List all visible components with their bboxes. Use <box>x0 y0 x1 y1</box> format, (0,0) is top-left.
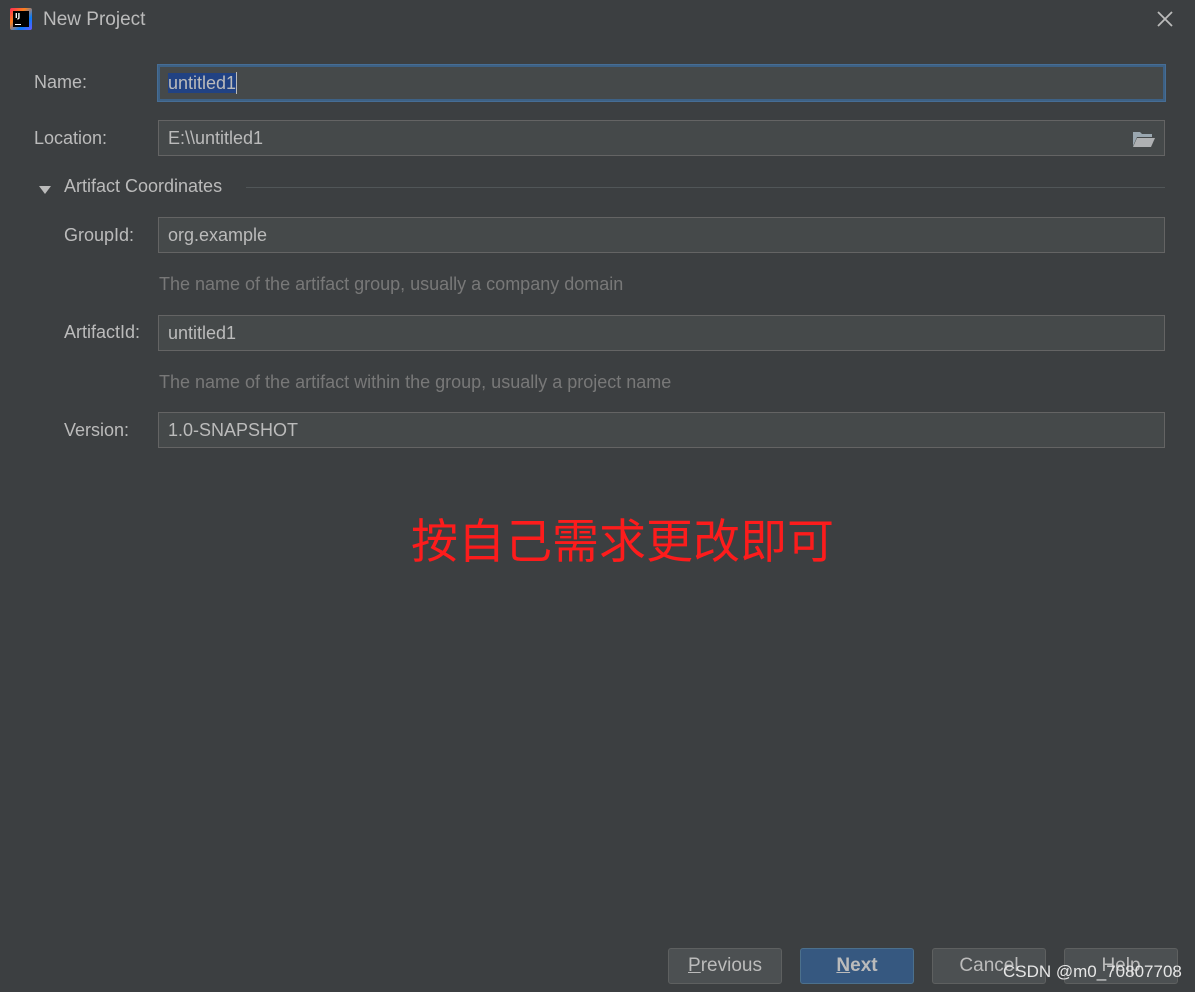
location-input[interactable]: E:\\untitled1 <box>158 120 1165 156</box>
dialog-title: New Project <box>43 9 146 30</box>
previous-label: revious <box>700 955 762 976</box>
new-project-dialog: IJ New Project Name: untitled1 Location:… <box>0 0 1195 992</box>
next-mnemonic: N <box>836 955 851 976</box>
groupid-input[interactable]: org.example <box>158 217 1165 253</box>
location-label: Location: <box>34 128 108 148</box>
name-input[interactable]: untitled1 <box>158 65 1165 101</box>
next-button[interactable]: Next <box>800 948 914 984</box>
next-label: ext <box>850 955 878 976</box>
version-label: Version: <box>64 420 130 440</box>
artifactid-value: untitled1 <box>168 323 237 343</box>
groupid-hint: The name of the artifact group, usually … <box>159 274 624 294</box>
intellij-app-icon: IJ <box>10 8 32 30</box>
chevron-down-icon[interactable] <box>38 182 52 194</box>
name-value: untitled1 <box>168 73 237 93</box>
name-label: Name: <box>34 72 88 92</box>
previous-button[interactable]: Previous <box>668 948 782 984</box>
groupid-value: org.example <box>168 225 268 245</box>
artifactid-label: ArtifactId: <box>64 322 141 342</box>
section-divider <box>246 187 1165 188</box>
artifactid-input[interactable]: untitled1 <box>158 315 1165 351</box>
text-caret <box>236 72 238 94</box>
folder-browse-icon[interactable] <box>1132 129 1156 149</box>
artifact-coordinates-section[interactable]: Artifact Coordinates <box>38 176 1165 200</box>
csdn-watermark: CSDN @m0_70807708 <box>1003 962 1182 981</box>
close-icon[interactable] <box>1152 6 1178 32</box>
artifactid-hint: The name of the artifact within the grou… <box>159 372 672 392</box>
section-title: Artifact Coordinates <box>64 176 223 196</box>
title-bar: IJ New Project <box>0 0 1195 38</box>
groupid-label: GroupId: <box>64 225 135 245</box>
version-input[interactable]: 1.0-SNAPSHOT <box>158 412 1165 448</box>
version-value: 1.0-SNAPSHOT <box>168 420 299 440</box>
location-value: E:\\untitled1 <box>168 128 264 148</box>
previous-mnemonic: P <box>688 955 701 976</box>
red-annotation-text: 按自己需求更改即可 <box>411 515 834 570</box>
